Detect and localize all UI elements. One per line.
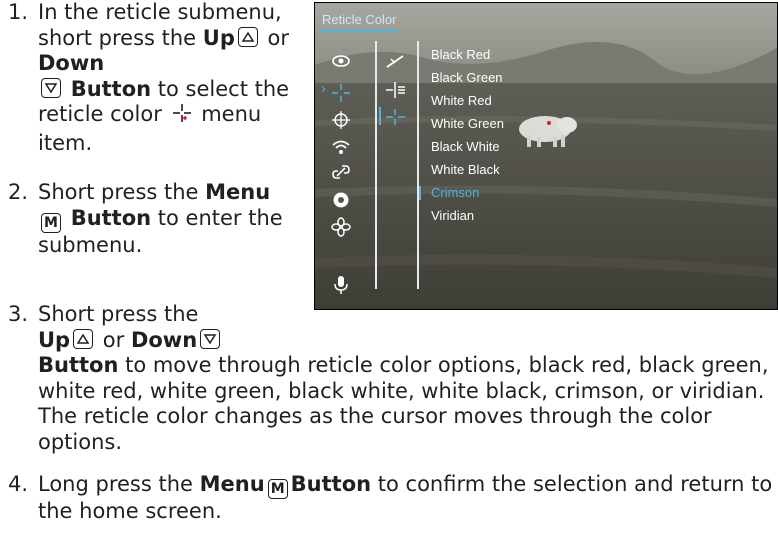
reticle-color-icon [171,102,193,131]
step-number: 4. [8,472,29,496]
link-icon [332,165,350,179]
device-screen: Reticle Color › Black Red Black Green Wh… [314,2,778,310]
step-text: Short press the Menu M Button to enter th… [38,180,283,257]
down-key-icon [200,328,221,349]
aperture-icon [333,192,349,208]
option-black-white[interactable]: Black White [431,139,500,155]
chevron-right-icon: › [321,82,327,97]
screen-title: Reticle Color [322,12,397,27]
option-white-red[interactable]: White Red [431,93,492,109]
screen-title-underline [320,30,398,32]
wifi-icon [332,140,350,154]
step-text: Short press the Up or Down Button to move … [38,302,769,455]
option-viridian[interactable]: Viridian [431,208,474,224]
menu-key-icon: M [41,212,61,233]
reticle-color-icon [386,109,405,125]
option-black-green[interactable]: Black Green [431,70,503,86]
option-black-red[interactable]: Black Red [431,47,490,63]
option-white-green[interactable]: White Green [431,116,504,132]
reticle-dot [547,121,551,125]
zeroing-icon [386,55,404,68]
microphone-icon [334,276,348,294]
reticle-type-icon [386,82,405,98]
option-white-black[interactable]: White Black [431,162,500,178]
step-number: 2. [8,180,29,204]
up-key-icon [237,26,258,47]
option-crimson[interactable]: Crimson [431,185,479,201]
down-key-icon [41,77,61,98]
reticle-icon [332,84,350,102]
crosshair-target-icon [332,111,350,129]
submenu-selection-bar [379,107,381,125]
step-number: 3. [8,302,29,326]
step-number: 1. [8,0,29,24]
submenu-divider [417,41,419,289]
fan-icon [331,217,351,237]
thermal-field-background [315,3,777,309]
menu-key-icon: M [267,479,288,499]
option-selection-bar [419,186,421,200]
step-text: Long press the Menu M Button to confirm th… [38,472,773,523]
up-key-icon [73,328,94,349]
step-text: In the reticle submenu, short press the … [38,0,290,156]
eye-icon [332,55,350,67]
menu-divider [375,41,377,289]
